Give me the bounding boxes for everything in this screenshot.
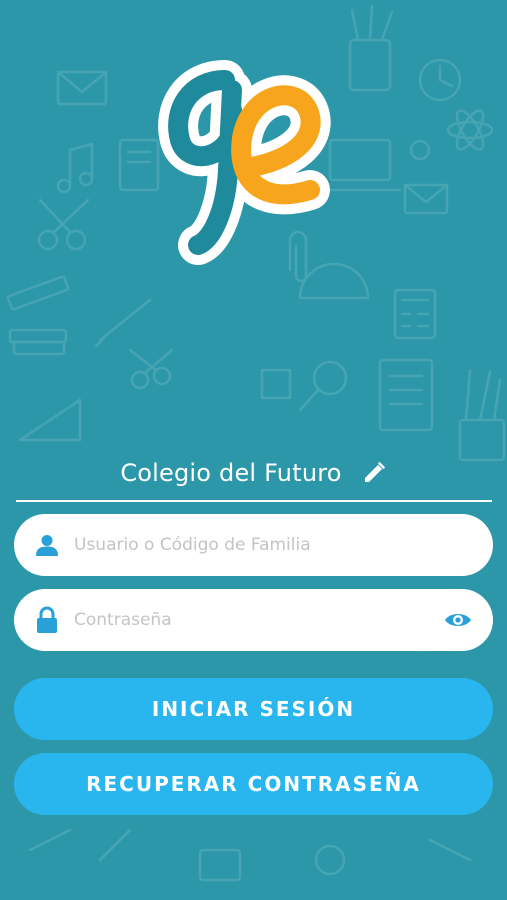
- username-field[interactable]: [14, 514, 493, 576]
- lock-icon: [34, 606, 60, 633]
- edit-school-button[interactable]: [360, 459, 388, 487]
- pencil-icon: [364, 462, 385, 482]
- school-selector[interactable]: Colegio del Futuro: [16, 446, 492, 502]
- recover-password-button[interactable]: RECUPERAR CONTRASEÑA: [14, 753, 493, 815]
- login-button[interactable]: INICIAR SESIÓN: [14, 678, 493, 740]
- show-password-button[interactable]: [443, 607, 473, 633]
- password-input[interactable]: [72, 599, 443, 641]
- username-input[interactable]: [72, 524, 473, 566]
- user-icon: [34, 532, 60, 558]
- ge-logo: [158, 60, 331, 265]
- school-name: Colegio del Futuro: [120, 459, 342, 487]
- password-field[interactable]: [14, 589, 493, 651]
- eye-icon: [445, 614, 471, 626]
